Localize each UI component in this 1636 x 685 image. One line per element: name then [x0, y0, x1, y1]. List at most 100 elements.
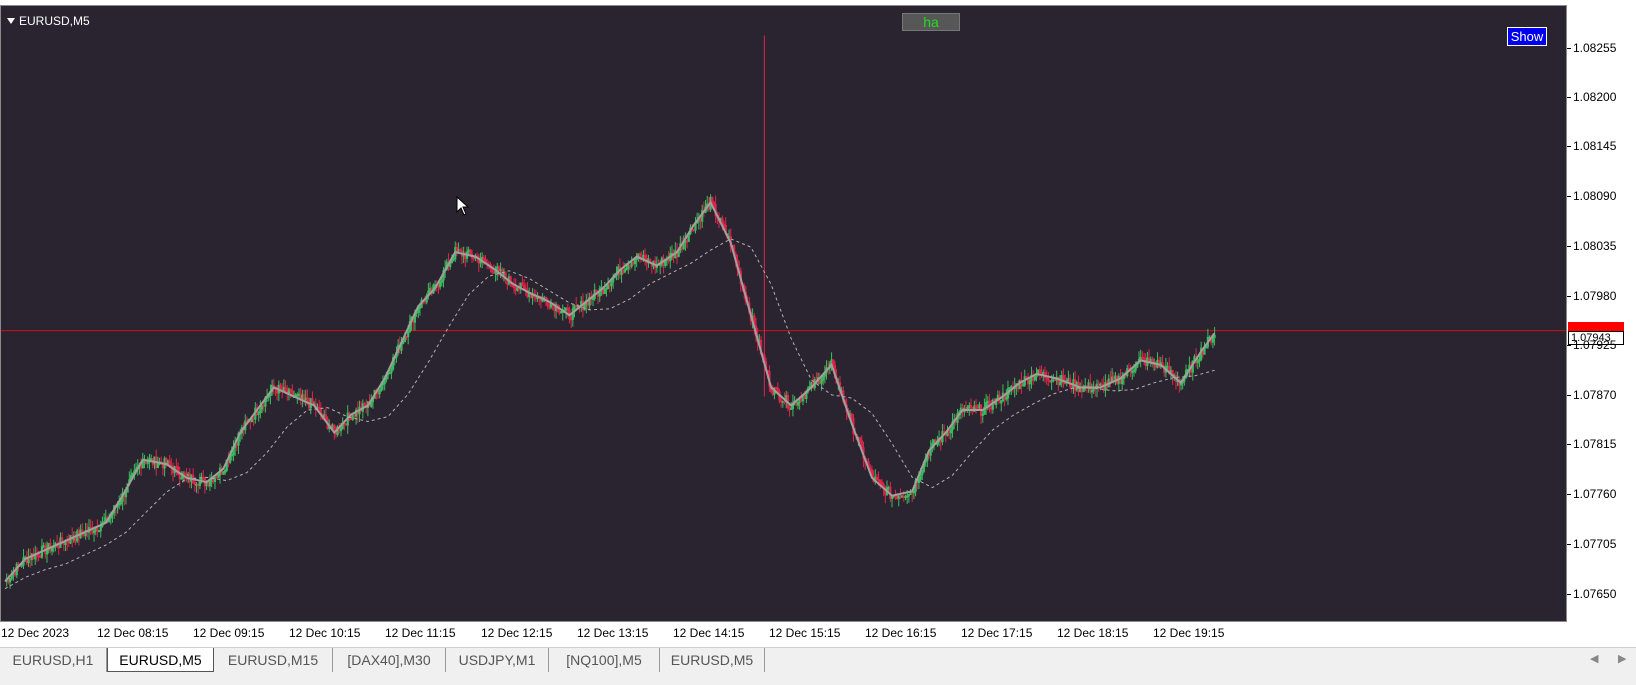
price-tick [1567, 246, 1571, 247]
tab-usdjpy-m1[interactable]: USDJPY,M1 [446, 648, 549, 672]
chart-tabbar: EURUSD,H1 EURUSD,M5 EURUSD,M15 [DAX40],M30 U… [0, 647, 1636, 685]
tab-eurusd-m15[interactable]: EURUSD,M15 [214, 648, 333, 672]
candle-body [877, 478, 880, 481]
chart-canvas[interactable]: EURUSD,M5 ha Show [0, 5, 1567, 622]
time-axis-label: 12 Dec 18:15 [1057, 626, 1129, 640]
tab-eurusd-h1[interactable]: EURUSD,H1 [0, 648, 107, 672]
price-axis-label: 1.08035 [1573, 239, 1617, 253]
candle-body [904, 496, 907, 499]
candle-body [981, 413, 984, 416]
fast-moving-average-line [4, 200, 1216, 583]
candle-body [143, 460, 146, 463]
tab-dax40-m30[interactable]: [DAX40],M30 [333, 648, 446, 672]
price-tick [1567, 494, 1571, 495]
candle-body [437, 285, 440, 288]
candle-body [667, 259, 670, 262]
mouse-cursor-icon [456, 196, 470, 216]
time-axis-label: 12 Dec 13:15 [577, 626, 649, 640]
tab-eurusd-m5[interactable]: EURUSD,M5 [660, 648, 765, 672]
show-button[interactable]: Show [1507, 27, 1547, 46]
candle-body [927, 454, 931, 457]
tab-nq100-m5[interactable]: [NQ100],M5 [549, 648, 660, 672]
candle-body [692, 229, 695, 232]
candle-body [781, 400, 784, 403]
price-axis-label: 1.08255 [1573, 41, 1617, 55]
time-axis-label: 12 Dec 09:15 [193, 626, 265, 640]
candle-body [72, 538, 75, 541]
candle-body [235, 443, 238, 446]
price-tick [1567, 345, 1571, 346]
time-axis-label: 12 Dec 16:15 [865, 626, 937, 640]
time-axis-label: 12 Dec 17:15 [961, 626, 1033, 640]
candle-body [1008, 387, 1011, 390]
candle-body [1048, 380, 1052, 383]
candle-body [418, 306, 422, 309]
candle-body [1099, 383, 1102, 386]
candle-body [381, 383, 385, 386]
candle-body [1141, 356, 1144, 359]
candle-body [39, 555, 42, 558]
time-axis-label: 12 Dec 12:15 [481, 626, 553, 640]
time-axis-label: 12 Dec 08:15 [97, 626, 169, 640]
candle-body [388, 372, 391, 375]
time-axis-label: 12 Dec 19:15 [1153, 626, 1225, 640]
candle-body [180, 477, 183, 480]
candle-body [472, 257, 475, 260]
candle-body [492, 271, 495, 274]
candle-body [575, 305, 578, 308]
candle-body [605, 288, 608, 291]
candle-body [252, 417, 255, 420]
candle-body [195, 483, 198, 486]
candle-body [202, 476, 205, 479]
candle-body [1205, 346, 1208, 349]
candle-body [902, 495, 905, 498]
chart-window[interactable]: EURUSD,M5 ha Show 1.07943 1.08255 1.08200… [0, 0, 1636, 645]
candle-body [628, 264, 632, 267]
candle-body [685, 240, 689, 243]
candle-body [57, 546, 60, 549]
candle-body [296, 394, 299, 397]
price-tick [1567, 594, 1571, 595]
candle-body [262, 404, 265, 407]
candle-body [1131, 371, 1134, 374]
price-axis-label: 1.07815 [1573, 437, 1617, 451]
candle-body [906, 495, 909, 498]
candle-body [297, 393, 301, 396]
candle-body [775, 387, 778, 390]
symbol-text: EURUSD,M5 [19, 14, 90, 28]
time-axis-label: 12 Dec 10:15 [289, 626, 361, 640]
candle-body [499, 269, 502, 272]
price-axis-label: 1.07870 [1573, 388, 1617, 402]
price-tick [1567, 544, 1571, 545]
price-tick [1567, 395, 1571, 396]
candle-body [976, 407, 979, 410]
price-axis-label: 1.08200 [1573, 90, 1617, 104]
candle-body [1097, 383, 1100, 386]
candle-body [635, 258, 638, 261]
ha-button[interactable]: ha [902, 13, 960, 31]
candle-body [512, 285, 516, 288]
chevron-down-icon[interactable] [7, 18, 15, 24]
price-axis-label: 1.07980 [1573, 289, 1617, 303]
candle-body [1025, 376, 1028, 379]
tab-scroll-right-icon[interactable]: ▶ [1618, 652, 1626, 665]
candle-body [783, 400, 786, 403]
tab-scroll-left-icon[interactable]: ◀ [1590, 652, 1598, 665]
symbol-label[interactable]: EURUSD,M5 [7, 14, 90, 28]
candle-body [901, 495, 904, 498]
candle-body [1166, 365, 1169, 368]
tab-eurusd-m5[interactable]: EURUSD,M5 [107, 648, 214, 672]
candle-body [150, 458, 153, 461]
candle-body [887, 486, 890, 489]
time-axis-label: 12 Dec 15:15 [769, 626, 841, 640]
candle-body [1021, 384, 1025, 387]
candle-body [1100, 383, 1104, 386]
price-axis-label: 1.08090 [1573, 189, 1617, 203]
candle-body [894, 495, 897, 498]
candle-body [1142, 357, 1146, 360]
candle-body [1050, 380, 1053, 383]
candle-body [230, 454, 233, 457]
price-axis-label: 1.07925 [1573, 338, 1617, 352]
price-chart[interactable] [1, 6, 1566, 621]
price-tick [1567, 97, 1571, 98]
